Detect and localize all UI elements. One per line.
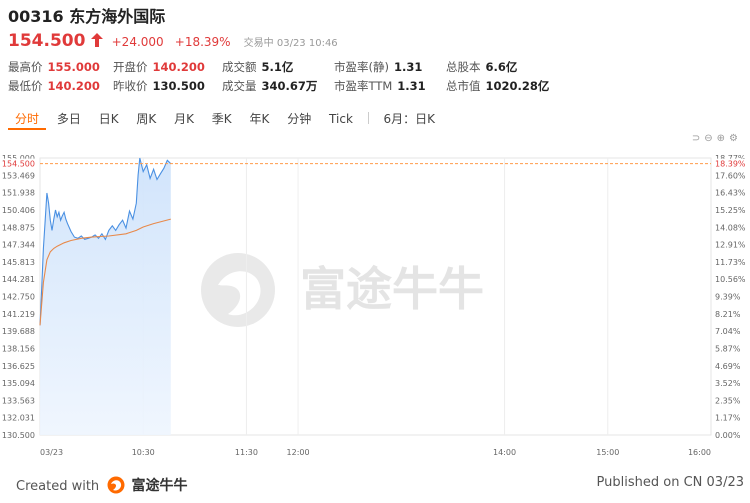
y-left-tick-label: 139.688: [2, 327, 35, 336]
period-tabs: 分时 多日 日K 周K 月K 季K 年K 分钟 Tick 6月：日K: [8, 108, 442, 130]
price-area-fill: [40, 158, 171, 435]
created-with: Created with 富途牛牛: [16, 476, 188, 494]
x-tick-label: 12:00: [287, 448, 310, 457]
stat-pe-static: 市盈率(静) 1.31: [334, 60, 423, 74]
stat-prev-close: 昨收价 130.500: [113, 79, 205, 93]
y-left-tick-label: 147.344: [2, 241, 35, 250]
y-left-tick-label: 142.750: [2, 293, 35, 302]
y-left-tick-label: 141.219: [2, 310, 35, 319]
intraday-chart: 富途牛牛 155.000 18.77% 153.469 17.60% 151.938 16…: [0, 145, 750, 465]
x-tick-label: 15:00: [596, 448, 619, 457]
y-left-tick-label: 153.469: [2, 171, 35, 180]
chart-tools: ⊃⊖⊕⚙: [692, 133, 742, 144]
quote-header: 00316 东方海外国际 154.500 +24.000 +18.39% 交易中…: [8, 6, 742, 52]
stat-turnover: 成交额 5.1亿: [222, 60, 294, 74]
stat-volume: 成交量 340.67万: [222, 79, 318, 93]
stat-open: 开盘价 140.200: [113, 60, 205, 74]
y-right-tick-label: 1.17%: [715, 414, 741, 423]
price-change-pct: +18.39%: [174, 35, 231, 49]
tab-quarterly-k[interactable]: 季K: [205, 108, 239, 130]
y-left-tick-label: 135.094: [2, 379, 35, 388]
stat-total-shares: 总股本 6.6亿: [446, 60, 518, 74]
y-left-tick-label: 151.938: [2, 189, 35, 198]
y-right-tick-label: 14.08%: [715, 223, 746, 232]
y-left-tick-label: 145.813: [2, 258, 35, 267]
y-right-tick-label: 5.87%: [715, 344, 741, 353]
y-right-tick-label: 8.21%: [715, 310, 741, 319]
y-left-tick-label: 138.156: [2, 344, 35, 353]
y-right-tick-label: 17.60%: [715, 171, 746, 180]
watermark: 富途牛牛: [201, 253, 484, 327]
stat-pe-ttm: 市盈率TTM 1.31: [334, 79, 426, 93]
tab-daily-k[interactable]: 日K: [92, 108, 126, 130]
stat-market-cap: 总市值 1020.28亿: [446, 79, 550, 93]
y-left-tick-label: 144.281: [2, 275, 35, 284]
tab-tick[interactable]: Tick: [322, 108, 360, 130]
price-change: +24.000: [111, 35, 164, 49]
y-right-tick-label: 15.25%: [715, 206, 746, 215]
zoom-out-icon[interactable]: ⊖: [704, 133, 716, 144]
stat-low: 最低价 140.200: [8, 79, 100, 93]
y-left-tick-label: 130.500: [2, 431, 35, 440]
stat-high: 最高价 155.000: [8, 60, 100, 74]
tab-minute[interactable]: 分钟: [280, 108, 318, 130]
y-right-tick-label: 7.04%: [715, 327, 741, 336]
brand-name: 富途牛牛: [131, 478, 188, 494]
tab-divider: [367, 112, 369, 124]
y-right-tick-label: 12.91%: [715, 241, 746, 250]
current-price-tag: 154.500: [2, 160, 35, 169]
y-left-tick-label: 148.875: [2, 223, 35, 232]
y-right-tick-label: 9.39%: [715, 293, 741, 302]
y-left-tick-label: 136.625: [2, 362, 35, 371]
y-right-tick-label: 4.69%: [715, 362, 741, 371]
price-row: 154.500 +24.000 +18.39% 交易中 03/23 10:46: [8, 30, 742, 52]
x-tick-label: 16:00: [688, 448, 711, 457]
undo-icon[interactable]: ⊃: [692, 133, 704, 144]
y-right-tick-label: 0.00%: [715, 431, 741, 440]
watermark-text: 富途牛牛: [300, 262, 484, 316]
x-tick-label: 11:30: [235, 448, 258, 457]
y-left-tick-label: 150.406: [2, 206, 35, 215]
y-left-tick-label: 133.563: [2, 396, 35, 405]
footer: Created with 富途牛牛 Published on CN 03/23: [0, 468, 750, 498]
futu-logo-icon: [107, 476, 125, 494]
y-left-tick-label: 132.031: [2, 414, 35, 423]
tab-6m-daily-k[interactable]: 6月：日K: [377, 108, 443, 130]
tab-yearly-k[interactable]: 年K: [243, 108, 277, 130]
zoom-in-icon[interactable]: ⊕: [717, 133, 729, 144]
settings-icon[interactable]: ⚙: [729, 133, 742, 144]
current-price: 154.500: [8, 31, 86, 51]
y-right-tick-label: 11.73%: [715, 258, 746, 267]
y-right-tick-label: 2.35%: [715, 396, 741, 405]
x-tick-label: 10:30: [132, 448, 155, 457]
up-arrow-icon: [90, 33, 103, 47]
current-pct-tag: 18.39%: [715, 160, 746, 169]
tab-intraday[interactable]: 分时: [8, 108, 47, 130]
y-right-tick-label: 3.52%: [715, 379, 741, 388]
trading-status: 交易中 03/23 10:46: [243, 38, 338, 49]
futu-logo-icon: [201, 253, 275, 327]
x-tick-label: 14:00: [493, 448, 516, 457]
intraday-chart-svg: 富途牛牛 155.000 18.77%153.469 17.60%151.938 16…: [2, 154, 747, 457]
y-right-tick-label: 16.43%: [715, 189, 746, 198]
stock-title: 00316 东方海外国际: [8, 7, 166, 26]
tab-monthly-k[interactable]: 月K: [167, 108, 201, 130]
y-right-tick-label: 10.56%: [715, 275, 746, 284]
published-on: Published on CN 03/23: [596, 475, 744, 490]
tab-multi-day[interactable]: 多日: [50, 108, 88, 130]
x-tick-label: 03/23: [40, 448, 63, 457]
tab-weekly-k[interactable]: 周K: [129, 108, 163, 130]
